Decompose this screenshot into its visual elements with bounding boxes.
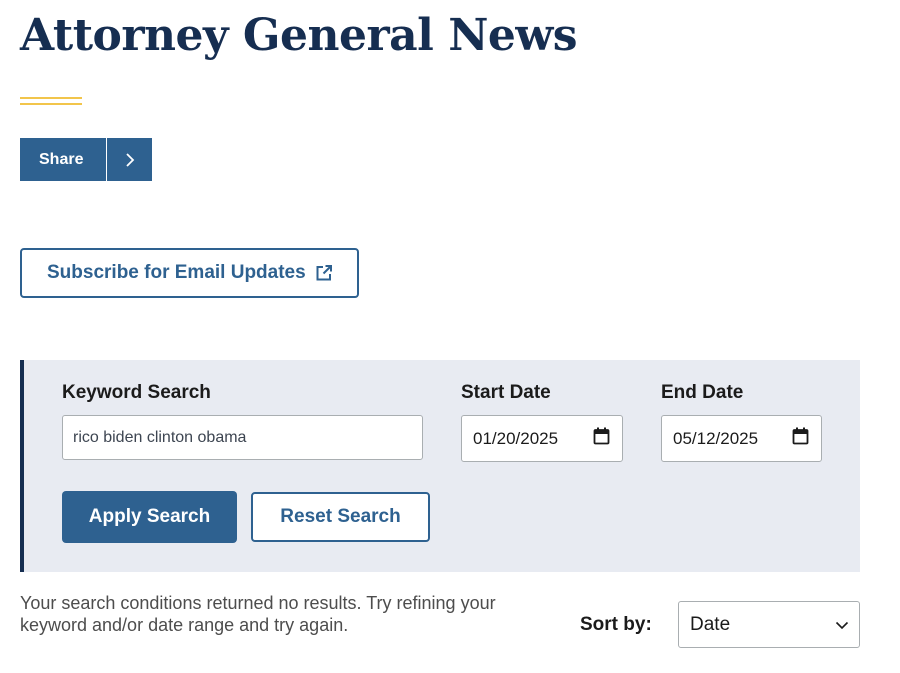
chevron-down-icon [835, 614, 849, 636]
end-date-label: End Date [661, 382, 744, 403]
keyword-search-value: rico biden clinton obama [73, 428, 247, 446]
title-accent-rule [20, 97, 82, 99]
calendar-icon[interactable] [792, 427, 809, 450]
search-panel: Keyword Search rico biden clinton obama … [20, 360, 860, 572]
no-results-message: Your search conditions returned no resul… [20, 593, 496, 635]
chevron-right-icon [107, 152, 152, 167]
calendar-icon[interactable] [593, 427, 610, 450]
end-date-input[interactable]: 05/12/2025 [661, 415, 822, 462]
keyword-search-label: Keyword Search [62, 382, 211, 403]
start-date-input[interactable]: 01/20/2025 [461, 415, 623, 462]
sort-by-value: Date [690, 613, 731, 635]
sort-by-label: Sort by: [580, 614, 652, 635]
sort-by-select[interactable]: Date [678, 601, 860, 648]
page-title: Attorney General News [20, 10, 578, 61]
start-date-value: 01/20/2025 [473, 428, 559, 448]
subscribe-email-button[interactable]: Subscribe for Email Updates [20, 248, 359, 298]
share-button[interactable]: Share [20, 138, 152, 181]
reset-search-button[interactable]: Reset Search [251, 492, 430, 542]
end-date-value: 05/12/2025 [673, 428, 759, 448]
subscribe-button-label: Subscribe for Email Updates [47, 262, 306, 283]
title-accent-rule [20, 103, 82, 105]
share-button-label: Share [39, 150, 84, 168]
start-date-label: Start Date [461, 382, 551, 403]
external-link-icon [315, 264, 333, 282]
keyword-search-input[interactable]: rico biden clinton obama [62, 415, 423, 460]
apply-search-button[interactable]: Apply Search [62, 491, 237, 543]
